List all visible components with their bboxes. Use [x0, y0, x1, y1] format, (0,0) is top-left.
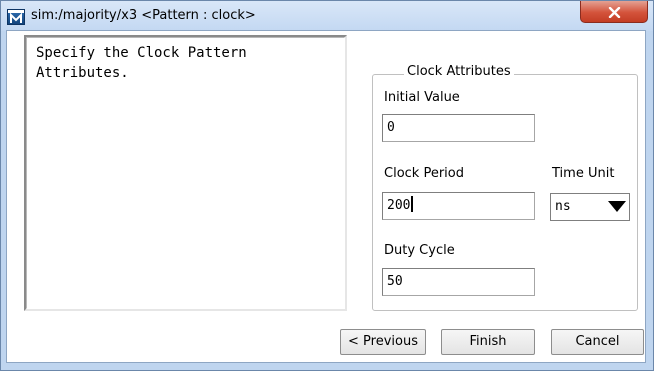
duty-cycle-label: Duty Cycle — [384, 243, 455, 258]
time-unit-select[interactable]: ns — [550, 193, 630, 221]
time-unit-value: ns — [555, 199, 571, 214]
clock-period-label: Clock Period — [384, 166, 464, 181]
window-title: sim:/majority/x3 <Pattern : clock> — [31, 8, 256, 23]
duty-cycle-input[interactable]: 50 — [382, 268, 535, 296]
finish-button[interactable]: Finish — [441, 329, 535, 355]
initial-value-text: 0 — [387, 120, 395, 135]
close-button[interactable] — [580, 1, 648, 23]
clock-period-text: 200 — [387, 198, 411, 213]
group-title: Clock Attributes — [404, 64, 514, 79]
title-bar[interactable]: sim:/majority/x3 <Pattern : clock> — [1, 1, 653, 31]
clock-period-input[interactable]: 200 — [382, 192, 535, 220]
description-panel: Specify the Clock Pattern Attributes. — [24, 35, 347, 311]
time-unit-label: Time Unit — [552, 166, 615, 181]
description-text: Specify the Clock Pattern Attributes. — [36, 45, 247, 81]
duty-cycle-text: 50 — [387, 274, 403, 289]
close-x-icon — [608, 7, 621, 18]
dropdown-arrow-icon[interactable] — [608, 201, 626, 212]
cancel-button[interactable]: Cancel — [551, 329, 644, 355]
initial-value-label: Initial Value — [384, 90, 460, 105]
initial-value-input[interactable]: 0 — [382, 114, 535, 142]
text-caret — [411, 196, 414, 212]
previous-button[interactable]: < Previous — [340, 329, 426, 355]
app-icon — [7, 9, 25, 25]
